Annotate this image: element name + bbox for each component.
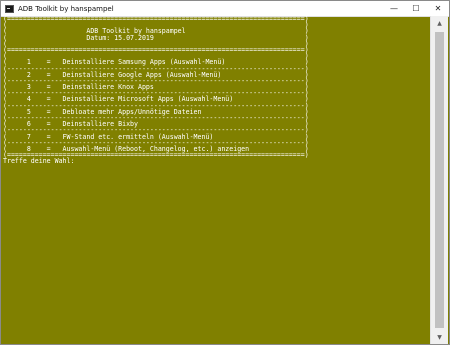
- window-controls: — ☐ ✕: [383, 1, 449, 16]
- minimize-button[interactable]: —: [383, 1, 405, 16]
- scrollbar-track[interactable]: [435, 32, 444, 328]
- window-title: ADB Toolkit by hanspampel: [18, 4, 114, 13]
- console-output[interactable]: (=======================================…: [3, 16, 429, 344]
- vertical-scrollbar[interactable]: ▲ ▼: [430, 16, 448, 344]
- scrollbar-thumb[interactable]: [435, 32, 444, 328]
- console-line: Treffe deine Wahl:: [3, 157, 75, 166]
- maximize-button[interactable]: ☐: [405, 1, 427, 16]
- console-window: ADB Toolkit by hanspampel — ☐ ✕ (=======…: [0, 0, 450, 345]
- close-button[interactable]: ✕: [427, 1, 449, 16]
- scroll-up-icon[interactable]: ▲: [431, 16, 448, 30]
- scroll-down-icon[interactable]: ▼: [431, 330, 448, 344]
- terminal-app-icon: [5, 4, 14, 13]
